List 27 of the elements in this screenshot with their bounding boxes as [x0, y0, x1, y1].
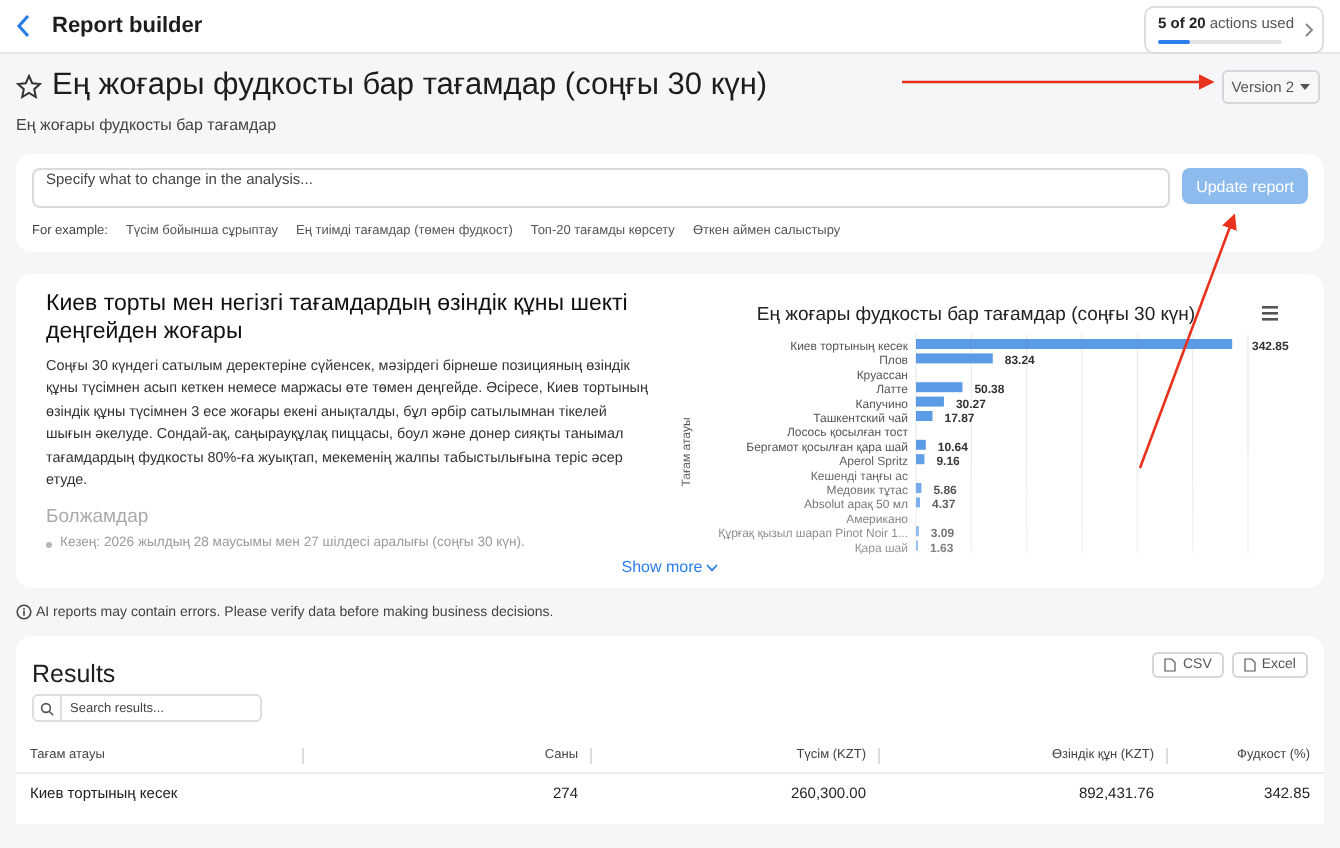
info-icon — [16, 604, 32, 620]
show-more-button[interactable]: Show more — [617, 554, 723, 580]
report-title: Ең жоғары фудкосты бар тағамдар (соңғы 30 күн) — [52, 68, 768, 104]
chart-title: Ең жоғары фудкосты бар тағамдар (соңғы 30 күн) — [756, 304, 1196, 326]
chart-bar — [916, 483, 922, 493]
file-icon — [1243, 658, 1256, 672]
star-icon[interactable] — [16, 73, 42, 99]
chart-bar — [916, 396, 944, 407]
chevron-right-icon — [1304, 21, 1314, 37]
chevron-down-icon — [706, 563, 719, 571]
results-title: Results — [32, 658, 118, 688]
caret-down-icon — [1300, 83, 1310, 89]
section-title: Болжамдар — [46, 506, 151, 529]
page-title: Report builder — [52, 14, 205, 38]
menu-icon[interactable] — [1262, 306, 1278, 321]
chart-bar — [916, 454, 925, 465]
back-icon[interactable] — [16, 14, 32, 38]
chart-bar — [916, 411, 933, 421]
chart-bar — [916, 382, 963, 393]
insight-heading: Киев торты мен негізгі тағамдардың өзіндік құны шекті деңгейден жоғары — [46, 290, 630, 346]
chart-bar — [916, 353, 993, 364]
chart-bar — [916, 497, 921, 508]
report-subtitle: Ең жоғары фудкосты бар тағамдар — [16, 116, 279, 134]
search-icon — [40, 701, 54, 715]
file-icon — [1164, 658, 1177, 672]
bullet-icon — [46, 542, 52, 549]
chart-bar — [916, 439, 926, 450]
